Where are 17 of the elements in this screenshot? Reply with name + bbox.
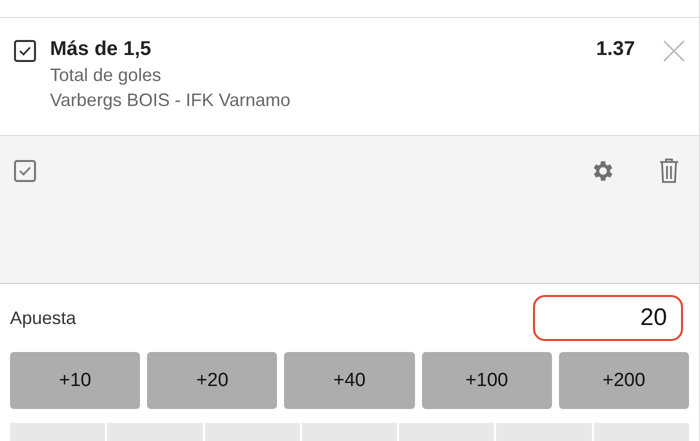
stake-input[interactable]: 20 [533, 295, 683, 341]
delete-icon[interactable] [659, 158, 679, 184]
quick-amount-button[interactable]: +200 [558, 352, 690, 409]
close-icon[interactable] [663, 40, 685, 62]
market-name: Total de goles [50, 65, 162, 86]
checkbox[interactable] [14, 40, 36, 62]
checkbox[interactable] [14, 160, 36, 182]
checkmark-icon [19, 166, 31, 176]
odds-value: 1.37 [596, 38, 635, 62]
selection-title: Más de 1,5 [50, 38, 152, 61]
stake-label: Apuesta [10, 308, 76, 328]
quick-amount-button[interactable]: +100 [422, 352, 552, 409]
checkmark-icon [19, 46, 31, 56]
event-name: Varbergs BOIS - IFK Varnamo [50, 90, 292, 111]
quick-amount-button[interactable]: +10 [10, 352, 140, 409]
quick-amount-button[interactable]: +20 [147, 352, 278, 409]
quick-amount-button[interactable]: +40 [284, 352, 415, 409]
